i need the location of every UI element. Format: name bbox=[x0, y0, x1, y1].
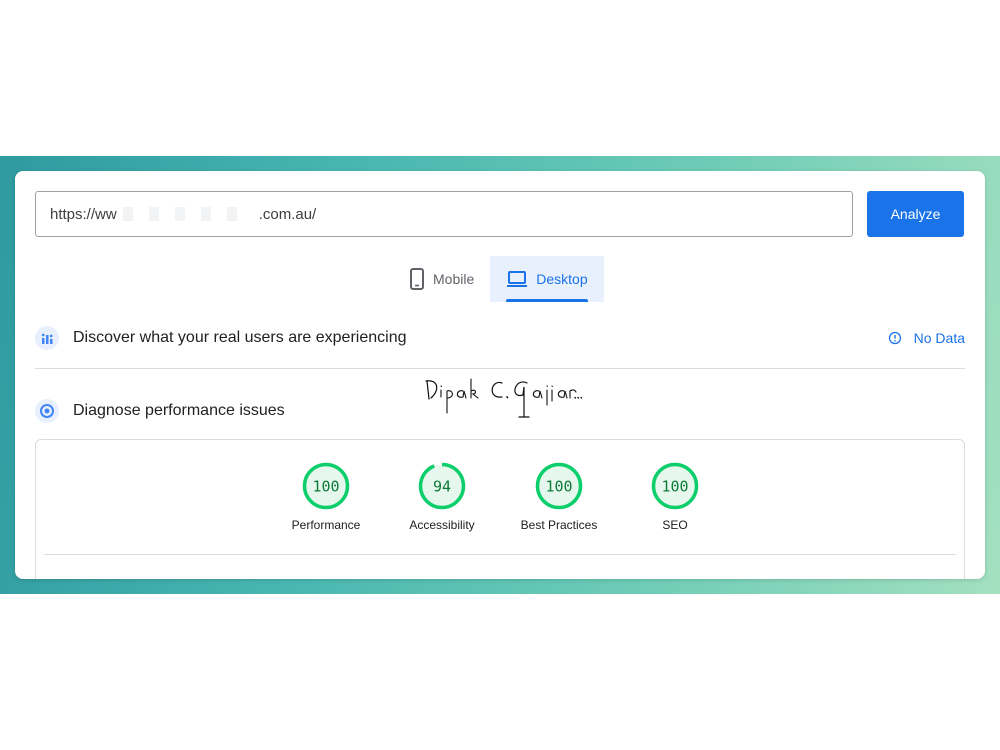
url-text-suffix: .com.au/ bbox=[258, 205, 317, 223]
field-data-title: Discover what your real users are experi… bbox=[73, 329, 407, 346]
info-icon bbox=[888, 331, 902, 345]
device-tabs: Mobile Desktop bbox=[393, 256, 604, 302]
score-gauge-best-practices[interactable]: 100 Best Practices bbox=[509, 462, 609, 532]
scores-panel: 100 Performance 94 Accessibility 100 Best Pra… bbox=[35, 439, 965, 579]
score-value: 100 bbox=[312, 478, 339, 496]
score-ring: 94 bbox=[418, 462, 466, 510]
phone-icon bbox=[409, 268, 425, 290]
score-value: 94 bbox=[433, 478, 451, 496]
tab-desktop[interactable]: Desktop bbox=[490, 256, 604, 302]
lab-data-title: Diagnose performance issues bbox=[73, 402, 285, 419]
tab-mobile[interactable]: Mobile bbox=[393, 256, 490, 302]
laptop-icon bbox=[506, 270, 528, 288]
score-ring: 100 bbox=[302, 462, 350, 510]
score-value: 100 bbox=[545, 478, 572, 496]
score-ring: 100 bbox=[535, 462, 583, 510]
tab-mobile-label: Mobile bbox=[433, 271, 475, 287]
tab-desktop-label: Desktop bbox=[536, 271, 588, 287]
scores-divider bbox=[44, 554, 956, 555]
no-data-label: No Data bbox=[913, 330, 965, 346]
no-data-status[interactable]: No Data bbox=[888, 330, 965, 346]
score-label: Best Practices bbox=[520, 518, 598, 532]
score-ring: 100 bbox=[651, 462, 699, 510]
users-chart-icon bbox=[35, 326, 59, 350]
analyze-button[interactable]: Analyze bbox=[867, 191, 964, 237]
score-gauge-seo[interactable]: 100 SEO bbox=[625, 462, 725, 532]
score-gauge-accessibility[interactable]: 94 Accessibility bbox=[392, 462, 492, 532]
handwritten-signature bbox=[425, 378, 583, 418]
url-input[interactable]: https://ww .com.au/ bbox=[35, 191, 853, 237]
field-data-section: Discover what your real users are experi… bbox=[35, 318, 965, 358]
pagespeed-card: https://ww .com.au/ Analyze Mobile Deskt… bbox=[15, 171, 985, 579]
score-label: SEO bbox=[662, 518, 688, 532]
score-value: 100 bbox=[661, 478, 688, 496]
score-label: Accessibility bbox=[409, 518, 475, 532]
target-icon bbox=[35, 399, 59, 423]
score-gauge-performance[interactable]: 100 Performance bbox=[276, 462, 376, 532]
url-text-prefix: https://ww bbox=[50, 205, 117, 223]
url-redaction bbox=[122, 207, 253, 221]
score-label: Performance bbox=[291, 518, 361, 532]
